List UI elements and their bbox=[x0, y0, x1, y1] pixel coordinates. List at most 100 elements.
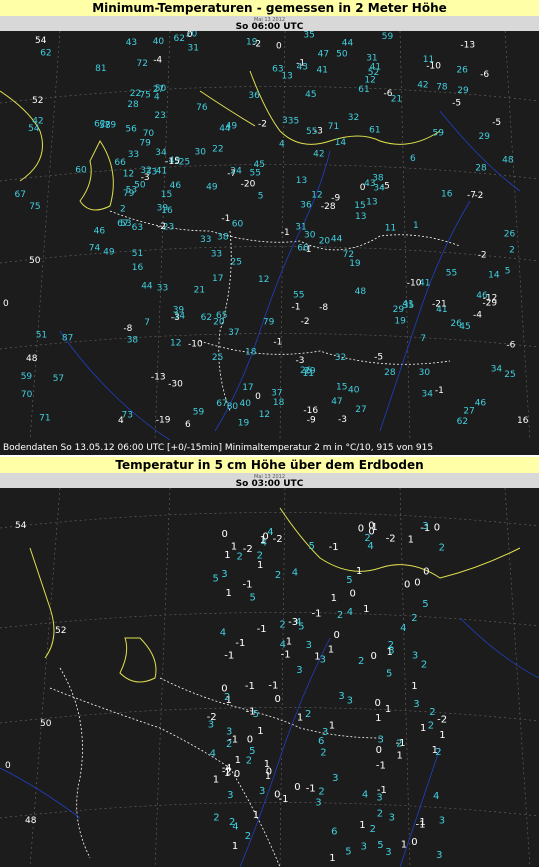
station-value: 48 bbox=[355, 287, 367, 297]
station-value: 32 bbox=[140, 166, 151, 176]
latitude-label: 52 bbox=[32, 96, 43, 106]
station-value: 4 bbox=[232, 822, 238, 833]
station-value: -29 bbox=[482, 298, 497, 308]
station-value: -7 bbox=[467, 191, 476, 201]
station-value: 0 bbox=[187, 31, 193, 40]
station-value: 41 bbox=[156, 167, 167, 177]
station-value: 2 bbox=[429, 707, 435, 718]
station-value: 30 bbox=[195, 148, 207, 158]
station-value: 36 bbox=[248, 91, 260, 101]
station-value: 44 bbox=[331, 235, 343, 245]
station-value: 45 bbox=[254, 160, 265, 170]
latitude-label: 50 bbox=[29, 256, 41, 266]
map-footer: Bodendaten So 13.05.12 06:00 UTC [+0/-15… bbox=[3, 443, 434, 453]
station-value: 58 bbox=[99, 121, 111, 131]
station-value: -2 bbox=[437, 714, 447, 725]
station-value: 79 bbox=[263, 318, 275, 328]
station-value: 33 bbox=[211, 250, 222, 260]
station-value: -2 bbox=[258, 119, 267, 129]
station-value: 57 bbox=[53, 374, 64, 384]
station-value: 38 bbox=[127, 336, 139, 346]
station-value: 1 bbox=[329, 853, 335, 864]
station-value: 1 bbox=[397, 750, 403, 761]
station-value: 73 bbox=[122, 411, 133, 421]
station-value: 33 bbox=[128, 150, 139, 160]
station-value: 2 bbox=[428, 721, 434, 732]
station-value: 1 bbox=[328, 645, 334, 656]
station-value: 72 bbox=[137, 59, 148, 69]
station-value: 1 bbox=[439, 730, 445, 741]
station-value: -6 bbox=[506, 341, 515, 351]
station-value: 62 bbox=[457, 417, 468, 427]
station-value: -21 bbox=[432, 299, 447, 309]
station-value: 2 bbox=[364, 533, 370, 544]
station-value: 44 bbox=[219, 124, 231, 134]
min-temperature-map-panel: Minimum-Temperaturen - gemessen in 2 Met… bbox=[0, 0, 539, 455]
station-value: 87 bbox=[62, 334, 73, 344]
station-value: 28 bbox=[127, 100, 139, 110]
station-value: 79 bbox=[139, 139, 151, 149]
longitude-label: 16 bbox=[517, 416, 529, 426]
station-value: 2 bbox=[245, 831, 251, 842]
station-value: 56 bbox=[125, 125, 137, 135]
station-value: 3 bbox=[332, 773, 338, 784]
station-value: 63 bbox=[132, 223, 143, 233]
station-value: 3 bbox=[338, 691, 344, 702]
station-value: 70 bbox=[143, 129, 155, 139]
station-value: 3 bbox=[259, 786, 265, 797]
station-value: 1 bbox=[264, 759, 270, 770]
station-value: 2 bbox=[226, 739, 232, 750]
station-value: 13 bbox=[355, 212, 366, 222]
station-value: 55 bbox=[306, 127, 317, 137]
station-value: 1 bbox=[297, 713, 303, 724]
station-value: -2 bbox=[386, 534, 396, 545]
station-value: -8 bbox=[319, 303, 328, 313]
station-value: 3 bbox=[412, 651, 418, 662]
station-value: 27 bbox=[355, 405, 366, 415]
station-value: 3 bbox=[315, 798, 321, 809]
station-value: 14 bbox=[335, 138, 347, 148]
station-value: -4 bbox=[153, 56, 162, 66]
station-value: -2 bbox=[273, 534, 283, 545]
station-value: 17 bbox=[242, 383, 253, 393]
station-value: -5 bbox=[492, 118, 501, 128]
station-value: 46 bbox=[94, 227, 106, 237]
station-value: 31 bbox=[366, 54, 377, 64]
station-value: 40 bbox=[153, 37, 165, 47]
station-value: 1 bbox=[226, 588, 232, 599]
station-value: -1 bbox=[377, 785, 387, 796]
station-value: 2 bbox=[396, 739, 402, 750]
station-value: 45 bbox=[305, 90, 316, 100]
longitude-label: 0 bbox=[5, 761, 11, 771]
station-value: 21 bbox=[194, 286, 205, 296]
station-value: 50 bbox=[336, 50, 348, 60]
station-value: 4 bbox=[400, 623, 406, 634]
station-value: 39 bbox=[157, 204, 169, 214]
station-value: 3 bbox=[439, 815, 445, 826]
station-value: 19 bbox=[238, 418, 250, 428]
station-value: 1 bbox=[329, 720, 335, 731]
station-value: 0 bbox=[276, 41, 282, 51]
station-value: -2 bbox=[301, 317, 310, 327]
station-value: 5 bbox=[505, 267, 511, 277]
station-value: 15 bbox=[336, 382, 347, 392]
station-value: 29 bbox=[479, 132, 491, 142]
station-value: 32 bbox=[335, 353, 346, 363]
station-value: 62 bbox=[174, 34, 185, 44]
station-value: 3 bbox=[227, 790, 233, 801]
station-value: 48 bbox=[502, 156, 514, 166]
station-value: 37 bbox=[228, 328, 239, 338]
station-value: 3 bbox=[389, 813, 395, 824]
station-value: 61 bbox=[358, 85, 369, 95]
latitude-label: 48 bbox=[25, 816, 37, 826]
station-value: 3 bbox=[320, 654, 326, 665]
station-value: 5 bbox=[422, 599, 428, 610]
station-value: 49 bbox=[206, 183, 218, 193]
station-value: 27 bbox=[463, 407, 474, 417]
station-value: 1 bbox=[213, 774, 219, 785]
station-value: 28 bbox=[475, 163, 487, 173]
station-value: 42 bbox=[417, 80, 428, 90]
station-value: 32 bbox=[348, 113, 359, 123]
station-value: 4 bbox=[362, 790, 368, 801]
station-value: 35 bbox=[303, 31, 314, 40]
